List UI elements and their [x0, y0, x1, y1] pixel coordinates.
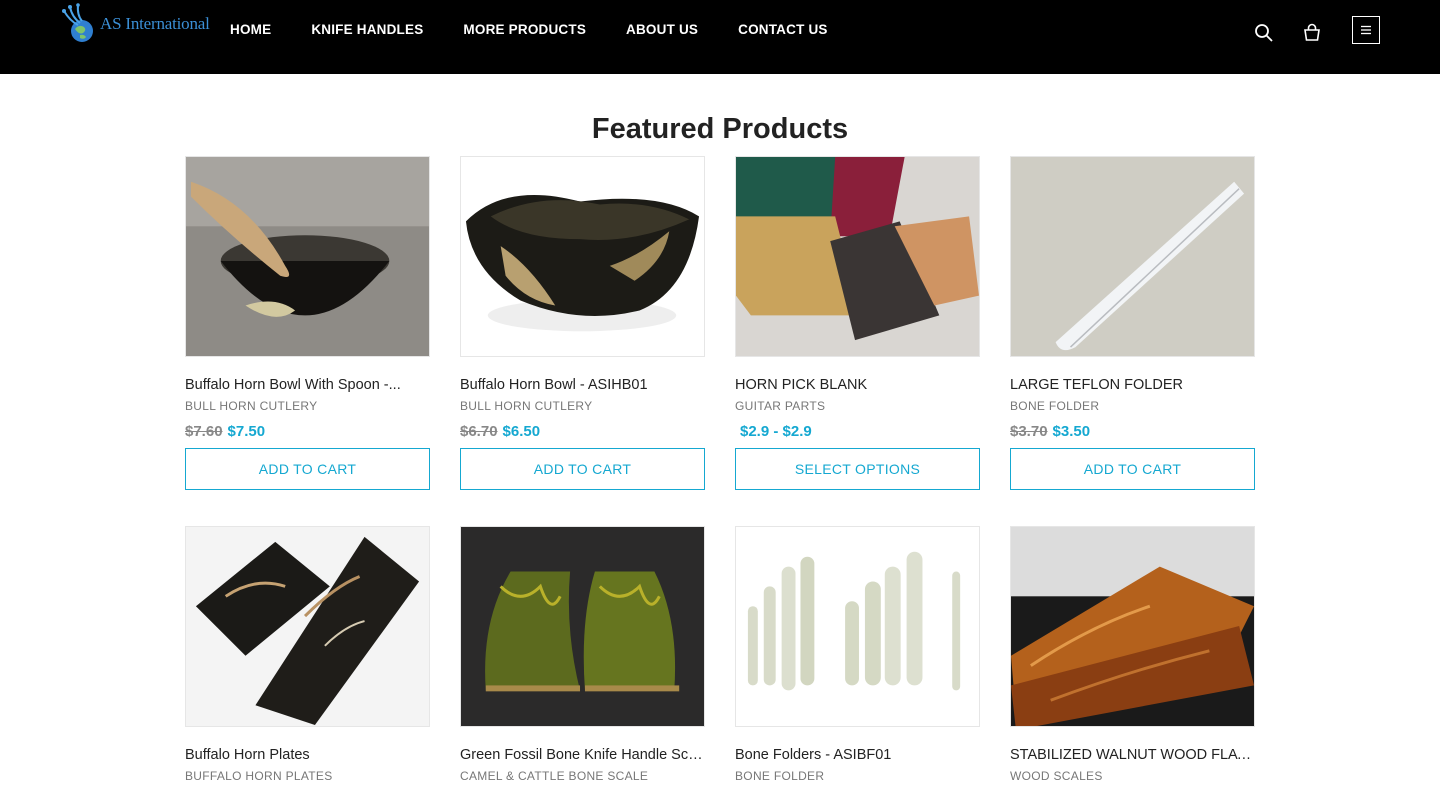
- product-category[interactable]: BULL HORN CUTLERY: [460, 399, 705, 413]
- price-range: $2.9 - $2.9: [740, 423, 812, 440]
- product-image[interactable]: [735, 156, 980, 357]
- product-card: Buffalo Horn Plates BUFFALO HORN PLATES: [185, 526, 430, 783]
- product-card: HORN PICK BLANK GUITAR PARTS $2.9 - $2.9…: [735, 156, 980, 490]
- nav-about-us[interactable]: ABOUT US: [626, 22, 698, 37]
- add-to-cart-button[interactable]: ADD TO CART: [185, 448, 430, 490]
- product-image[interactable]: [735, 526, 980, 727]
- shopping-bag-icon[interactable]: [1301, 21, 1323, 43]
- old-price: $7.60: [185, 423, 223, 440]
- select-options-button[interactable]: SELECT OPTIONS: [735, 448, 980, 490]
- search-icon[interactable]: [1253, 22, 1275, 44]
- old-price: $3.70: [1010, 423, 1048, 440]
- product-category[interactable]: BUFFALO HORN PLATES: [185, 769, 430, 783]
- product-name[interactable]: Green Fossil Bone Knife Handle Scale: [460, 747, 705, 763]
- sale-price: $3.50: [1052, 423, 1091, 440]
- product-name[interactable]: LARGE TEFLON FOLDER: [1010, 377, 1255, 393]
- product-category[interactable]: BULL HORN CUTLERY: [185, 399, 430, 413]
- product-name[interactable]: Buffalo Horn Bowl - ASIHB01: [460, 377, 705, 393]
- add-to-cart-button[interactable]: ADD TO CART: [1010, 448, 1255, 490]
- product-name[interactable]: Bone Folders - ASIBF01: [735, 747, 980, 763]
- product-name[interactable]: Buffalo Horn Plates: [185, 747, 430, 763]
- section-title: Featured Products: [591, 113, 849, 145]
- product-image[interactable]: [1010, 156, 1255, 357]
- product-name[interactable]: STABILIZED WALNUT WOOD FLAT...: [1010, 747, 1255, 763]
- product-card: Buffalo Horn Bowl With Spoon -... BULL H…: [185, 156, 430, 490]
- product-card: Green Fossil Bone Knife Handle Scale CAM…: [460, 526, 705, 783]
- site-header: AS International HOME KNIFE HANDLES MORE…: [0, 0, 1440, 74]
- product-image[interactable]: [1010, 526, 1255, 727]
- product-image[interactable]: [460, 526, 705, 727]
- product-category[interactable]: GUITAR PARTS: [735, 399, 980, 413]
- product-card: Bone Folders - ASIBF01 BONE FOLDER: [735, 526, 980, 783]
- product-price: $3.70 $3.50: [1010, 423, 1255, 440]
- nav-more-products[interactable]: MORE PRODUCTS: [463, 22, 586, 37]
- sale-price: $6.50: [502, 423, 541, 440]
- product-name[interactable]: Buffalo Horn Bowl With Spoon -...: [185, 377, 430, 393]
- nav-home[interactable]: HOME: [230, 22, 271, 37]
- product-image[interactable]: [185, 526, 430, 727]
- product-image[interactable]: [185, 156, 430, 357]
- product-category[interactable]: WOOD SCALES: [1010, 769, 1255, 783]
- product-card: LARGE TEFLON FOLDER BONE FOLDER $3.70 $3.…: [1010, 156, 1255, 490]
- nav-knife-handles[interactable]: KNIFE HANDLES: [311, 22, 423, 37]
- add-to-cart-button[interactable]: ADD TO CART: [460, 448, 705, 490]
- main-nav: HOME KNIFE HANDLES MORE PRODUCTS ABOUT U…: [230, 22, 868, 37]
- product-category[interactable]: BONE FOLDER: [1010, 399, 1255, 413]
- product-name[interactable]: HORN PICK BLANK: [735, 377, 980, 393]
- sale-price: $7.50: [227, 423, 266, 440]
- site-logo[interactable]: AS International: [58, 2, 218, 46]
- product-category[interactable]: CAMEL & CATTLE BONE SCALE: [460, 769, 705, 783]
- product-card: STABILIZED WALNUT WOOD FLAT... WOOD SCAL…: [1010, 526, 1255, 783]
- product-price: $2.9 - $2.9: [735, 423, 980, 440]
- brand-name: AS International: [100, 14, 210, 33]
- product-price: $7.60 $7.50: [185, 423, 430, 440]
- product-price: $6.70 $6.50: [460, 423, 705, 440]
- old-price: $6.70: [460, 423, 498, 440]
- nav-contact-us[interactable]: CONTACT US: [738, 22, 828, 37]
- globe-logo-icon: [62, 3, 93, 42]
- product-image[interactable]: [460, 156, 705, 357]
- product-card: Buffalo Horn Bowl - ASIHB01 BULL HORN CU…: [460, 156, 705, 490]
- hamburger-menu-icon[interactable]: [1352, 16, 1380, 44]
- product-category[interactable]: BONE FOLDER: [735, 769, 980, 783]
